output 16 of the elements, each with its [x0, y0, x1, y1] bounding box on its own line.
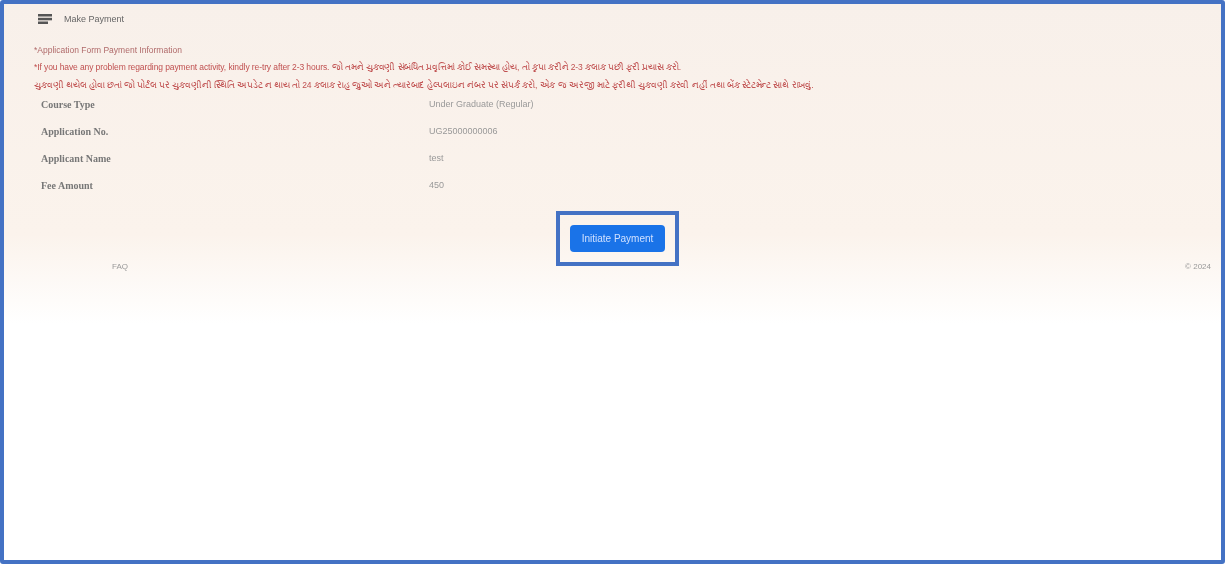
menu-icon[interactable]: [38, 14, 52, 24]
field-value: 450: [429, 180, 445, 191]
field-label: Course Type: [40, 99, 96, 110]
field-label: Applicant Name: [40, 153, 112, 164]
field-label: Application No.: [40, 126, 110, 137]
notice-text: *If you have any problem regarding payment activity, kindly re-try after 2-3 hours. જો તમને ચુકવણી સંબંધિત પ્રવૃત્તિમાં કોઈ સમસ્યા હોય, તો કૃપા કરીને 2-3 કલાક પછી ફરી પ્રયાસ કરો.: [34, 62, 683, 73]
field-value: UG25000000006: [429, 126, 498, 137]
page-title: Make Payment: [64, 14, 125, 24]
field-value: Under Graduate (Regular): [429, 99, 534, 110]
footer-text: © 2024: [1185, 262, 1211, 271]
field-label: Fee Amount: [40, 180, 94, 191]
initiate-payment-button[interactable]: Initiate Payment: [569, 225, 666, 252]
footer-text: FAQ: [112, 262, 128, 271]
field-value: test: [429, 153, 444, 164]
notice-text: ચુકવણી થયેલ હોવા છતાં જો પોર્ટલ પર ચુકવણીની સ્થિતિ અપડેટ ન થાય તો 24 કલાક રાહ જુઓ અને ત્યારબાદ હેલ્પલાઇન નંબર પર સંપર્ક કરો, એક જ અરજી માટે ફરીથી ચુકવણી કરવી નહીં તથા બેંક સ્ટેટમેન્ટ સાથે રાખવું.: [34, 80, 815, 91]
notice-heading: *Application Form Payment Information: [34, 45, 183, 55]
